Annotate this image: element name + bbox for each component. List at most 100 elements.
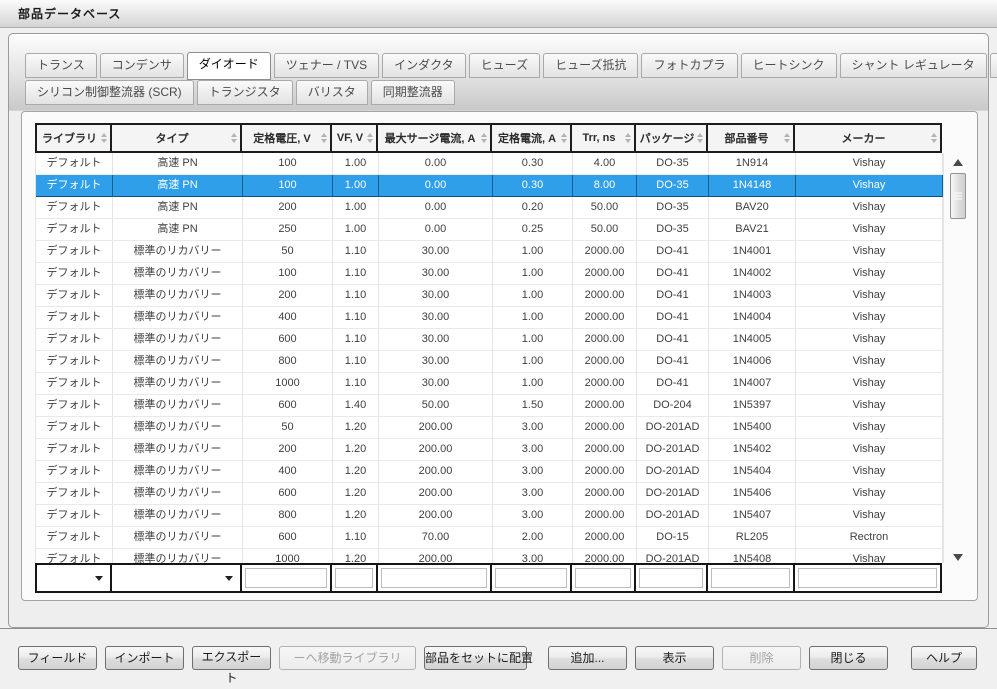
tab-ツェナー / TVS[interactable]: ツェナー / TVS [274, 53, 379, 78]
table-row[interactable]: デフォルト高速 PN1001.000.000.304.00DO-351N914V… [36, 153, 943, 175]
table-cell: 250 [243, 219, 333, 241]
column-header[interactable]: 定格電流, A [490, 123, 572, 153]
scroll-down-icon[interactable] [953, 554, 963, 561]
table-cell: 標準のリカバリー [113, 417, 243, 439]
tab-バリスタ[interactable]: バリスタ [296, 80, 368, 105]
table-cell: 2000.00 [573, 505, 637, 527]
column-header[interactable]: タイプ [110, 123, 242, 153]
filter-input[interactable] [575, 568, 631, 588]
fields-button[interactable]: フィールド [18, 646, 97, 670]
filter-input[interactable] [381, 568, 487, 588]
table-cell: 4.00 [573, 153, 637, 175]
column-header-label: ライブラリ [42, 130, 97, 146]
export-button[interactable]: エクスポート [192, 646, 271, 670]
scrollbar-thumb[interactable] [950, 173, 966, 219]
tab-ダイオード[interactable]: ダイオード [187, 52, 271, 80]
tab-トランジスタ[interactable]: トランジスタ [197, 80, 293, 105]
tab-サーミスタ[interactable]: サーミスタ [990, 53, 997, 78]
import-button[interactable]: インポート [105, 646, 184, 670]
column-header[interactable]: メーカー [793, 123, 942, 153]
table-cell: 30.00 [379, 263, 493, 285]
table-row[interactable]: デフォルト標準のリカバリー6001.20200.003.002000.00DO-… [36, 483, 943, 505]
table-cell: 1.00 [493, 285, 573, 307]
table-cell: 3.00 [493, 461, 573, 483]
table-row[interactable]: デフォルト高速 PN2001.000.000.2050.00DO-35BAV20… [36, 197, 943, 219]
table-row[interactable]: デフォルト標準のリカバリー4001.1030.001.002000.00DO-4… [36, 307, 943, 329]
help-button[interactable]: ヘルプ [911, 646, 977, 670]
table-cell: DO-201AD [637, 549, 709, 563]
column-header[interactable]: ライブラリ [35, 123, 112, 153]
table-cell: Vishay [796, 241, 943, 263]
table-cell: 30.00 [379, 373, 493, 395]
table-cell: Vishay [796, 329, 943, 351]
table-row[interactable]: デフォルト標準のリカバリー8001.20200.003.002000.00DO-… [36, 505, 943, 527]
tab-フォトカプラ[interactable]: フォトカプラ [641, 53, 737, 78]
filter-combo[interactable] [115, 568, 237, 588]
table-cell: 30.00 [379, 307, 493, 329]
table-cell: DO-201AD [637, 417, 709, 439]
table-row[interactable]: デフォルト標準のリカバリー501.20200.003.002000.00DO-2… [36, 417, 943, 439]
filter-input[interactable] [798, 568, 937, 588]
table-cell: 30.00 [379, 285, 493, 307]
table-cell: 標準のリカバリー [113, 505, 243, 527]
table-row[interactable]: デフォルト高速 PN1001.000.000.308.00DO-351N4148… [36, 175, 943, 197]
tab-インダクタ[interactable]: インダクタ [382, 53, 466, 78]
filter-cell [490, 563, 572, 593]
table-cell: 800 [243, 505, 333, 527]
add-button[interactable]: 追加... [548, 646, 627, 670]
table-cell: 50.00 [573, 219, 637, 241]
table-row[interactable]: デフォルト標準のリカバリー4001.20200.003.002000.00DO-… [36, 461, 943, 483]
table-row[interactable]: デフォルト標準のリカバリー2001.1030.001.002000.00DO-4… [36, 285, 943, 307]
tab-シリコン制御整流器 (SCR)[interactable]: シリコン制御整流器 (SCR) [25, 80, 194, 105]
show-button[interactable]: 表示 [635, 646, 714, 670]
table-cell: 1N5408 [709, 549, 796, 563]
table-cell: 2000.00 [573, 549, 637, 563]
tab-シャント レギュレータ[interactable]: シャント レギュレータ [840, 53, 987, 78]
table-cell: 1.20 [333, 461, 379, 483]
table-row[interactable]: デフォルト高速 PN2501.000.000.2550.00DO-35BAV21… [36, 219, 943, 241]
table-row[interactable]: デフォルト標準のリカバリー2001.20200.003.002000.00DO-… [36, 439, 943, 461]
table-cell: 200.00 [379, 439, 493, 461]
tab-ヒートシンク[interactable]: ヒートシンク [741, 53, 837, 78]
column-header[interactable]: 定格電圧, V [240, 123, 332, 153]
tab-同期整流器[interactable]: 同期整流器 [371, 80, 455, 105]
column-header[interactable]: Trr, ns [570, 123, 636, 153]
filter-input[interactable] [711, 568, 790, 588]
table-row[interactable]: デフォルト標準のリカバリー10001.20200.003.002000.00DO… [36, 549, 943, 563]
place-part-button[interactable]: 部品をセットに配置 [424, 646, 527, 670]
tab-コンデンサ[interactable]: コンデンサ [100, 53, 184, 78]
close-button[interactable]: 閉じる [809, 646, 888, 670]
table-cell: 2000.00 [573, 417, 637, 439]
vertical-scrollbar[interactable] [950, 157, 966, 563]
table-cell: 1N4001 [709, 241, 796, 263]
filter-input[interactable] [495, 568, 567, 588]
table-cell: 1.00 [493, 329, 573, 351]
table-row[interactable]: デフォルト標準のリカバリー8001.1030.001.002000.00DO-4… [36, 351, 943, 373]
column-header-label: VF, V [337, 132, 363, 144]
tab-ヒューズ[interactable]: ヒューズ [469, 53, 540, 78]
filter-combo[interactable] [40, 568, 107, 588]
scroll-up-icon[interactable] [953, 159, 963, 166]
table-row[interactable]: デフォルト標準のリカバリー1001.1030.001.002000.00DO-4… [36, 263, 943, 285]
tab-ヒューズ抵抗[interactable]: ヒューズ抵抗 [543, 53, 638, 78]
table-cell: 3.00 [493, 505, 573, 527]
column-header[interactable]: パッケージ [634, 123, 708, 153]
table-row[interactable]: デフォルト標準のリカバリー6001.4050.001.502000.00DO-2… [36, 395, 943, 417]
filter-input[interactable] [245, 568, 327, 588]
table-cell: 30.00 [379, 351, 493, 373]
table-row[interactable]: デフォルト標準のリカバリー501.1030.001.002000.00DO-41… [36, 241, 943, 263]
column-header[interactable]: 部品番号 [706, 123, 795, 153]
table-cell: 1.00 [333, 153, 379, 175]
table-cell: Vishay [796, 263, 943, 285]
table-row[interactable]: デフォルト標準のリカバリー6001.1070.002.002000.00DO-1… [36, 527, 943, 549]
filter-input[interactable] [639, 568, 703, 588]
column-header[interactable]: VF, V [330, 123, 378, 153]
table-row[interactable]: デフォルト標準のリカバリー10001.1030.001.002000.00DO-… [36, 373, 943, 395]
column-header[interactable]: 最大サージ電流, A [376, 123, 492, 153]
filter-input[interactable] [335, 568, 373, 588]
table-cell: 50 [243, 417, 333, 439]
filter-cell [570, 563, 636, 593]
table-row[interactable]: デフォルト標準のリカバリー6001.1030.001.002000.00DO-4… [36, 329, 943, 351]
tab-トランス[interactable]: トランス [25, 53, 97, 78]
column-header-label: 部品番号 [725, 130, 769, 146]
